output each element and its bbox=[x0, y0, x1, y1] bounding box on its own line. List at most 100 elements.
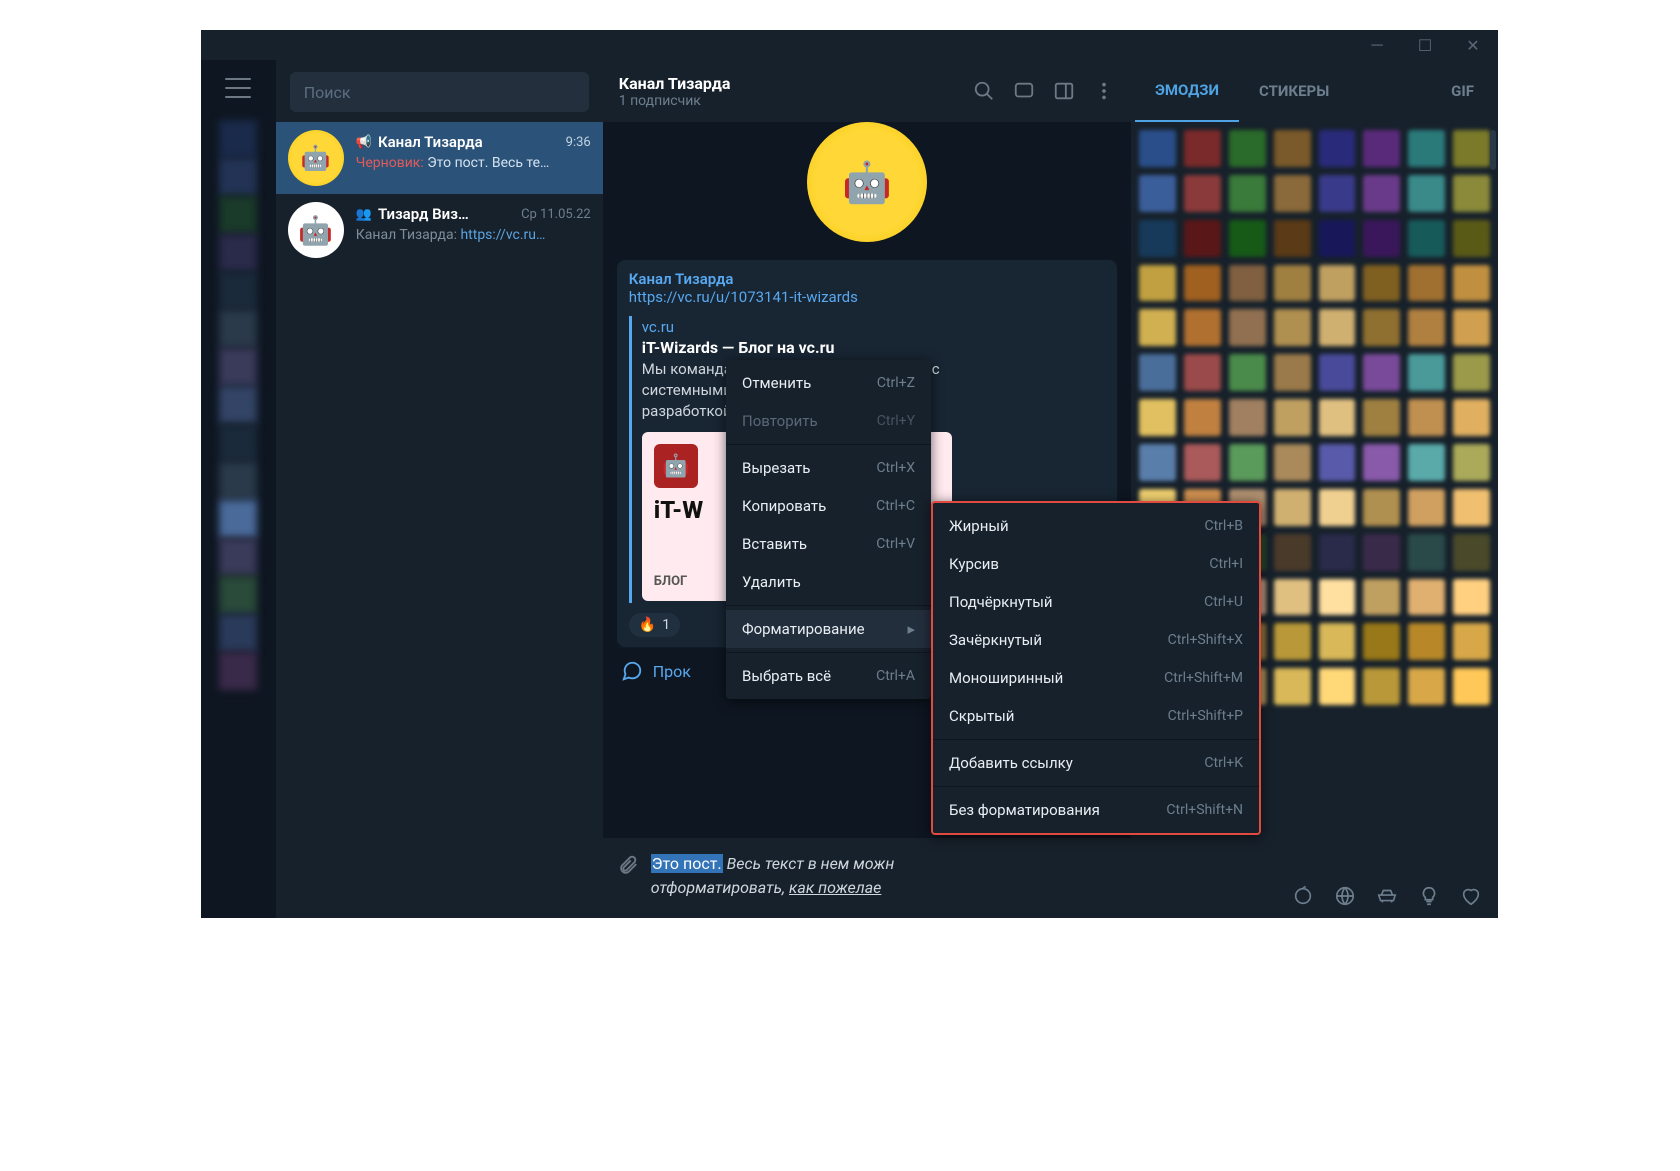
swatch[interactable] bbox=[1274, 534, 1311, 571]
swatch[interactable] bbox=[1363, 265, 1400, 302]
ctx-Вставить[interactable]: ВставитьCtrl+V bbox=[726, 525, 931, 563]
swatch[interactable] bbox=[1453, 399, 1490, 436]
swatch[interactable] bbox=[1319, 623, 1356, 660]
swatch[interactable] bbox=[1453, 623, 1490, 660]
swatch[interactable] bbox=[1274, 399, 1311, 436]
swatch[interactable] bbox=[1453, 534, 1490, 571]
rail-thumb[interactable] bbox=[219, 196, 257, 234]
swatch[interactable] bbox=[1363, 623, 1400, 660]
swatch[interactable] bbox=[1319, 399, 1356, 436]
swatch[interactable] bbox=[1184, 399, 1221, 436]
swatch[interactable] bbox=[1363, 220, 1400, 257]
swatch[interactable] bbox=[1408, 309, 1445, 346]
ctx-Отменить[interactable]: ОтменитьCtrl+Z bbox=[726, 364, 931, 402]
chat-item[interactable]: 🤖 👥Тизард Виз… Ср 11.05.22 Канал Тизарда… bbox=[276, 194, 603, 266]
rail-thumb[interactable] bbox=[219, 652, 257, 690]
swatch[interactable] bbox=[1453, 354, 1490, 391]
ctx-Вырезать[interactable]: ВырезатьCtrl+X bbox=[726, 449, 931, 487]
swatch[interactable] bbox=[1184, 220, 1221, 257]
ctx-Удалить[interactable]: Удалить bbox=[726, 563, 931, 601]
scrollbar[interactable] bbox=[1490, 130, 1496, 170]
swatch[interactable] bbox=[1453, 265, 1490, 302]
rail-thumb[interactable] bbox=[219, 310, 257, 348]
ctx-Подчёркнутый[interactable]: ПодчёркнутыйCtrl+U bbox=[933, 583, 1259, 621]
swatch[interactable] bbox=[1363, 489, 1400, 526]
swatch[interactable] bbox=[1319, 265, 1356, 302]
rail-thumb[interactable] bbox=[219, 462, 257, 500]
swatch[interactable] bbox=[1453, 130, 1490, 167]
swatch[interactable] bbox=[1139, 399, 1176, 436]
search-icon[interactable] bbox=[973, 80, 995, 102]
swatch[interactable] bbox=[1319, 309, 1356, 346]
swatch[interactable] bbox=[1319, 489, 1356, 526]
swatch[interactable] bbox=[1139, 130, 1176, 167]
swatch[interactable] bbox=[1408, 265, 1445, 302]
swatch[interactable] bbox=[1408, 668, 1445, 705]
ctx-Без форматирования[interactable]: Без форматированияCtrl+Shift+N bbox=[933, 791, 1259, 829]
menu-icon[interactable] bbox=[225, 78, 251, 98]
swatch[interactable] bbox=[1184, 130, 1221, 167]
swatch[interactable] bbox=[1184, 309, 1221, 346]
swatch[interactable] bbox=[1274, 623, 1311, 660]
swatch[interactable] bbox=[1229, 399, 1266, 436]
swatch[interactable] bbox=[1363, 175, 1400, 212]
swatch[interactable] bbox=[1229, 130, 1266, 167]
rail-thumb[interactable] bbox=[219, 424, 257, 462]
swatch[interactable] bbox=[1274, 579, 1311, 616]
swatch[interactable] bbox=[1363, 354, 1400, 391]
swatch[interactable] bbox=[1274, 309, 1311, 346]
swatch[interactable] bbox=[1453, 668, 1490, 705]
cat-travel-icon[interactable] bbox=[1376, 885, 1398, 907]
swatch[interactable] bbox=[1319, 668, 1356, 705]
reaction[interactable]: 🔥 1 bbox=[629, 613, 680, 637]
swatch[interactable] bbox=[1319, 175, 1356, 212]
swatch[interactable] bbox=[1363, 444, 1400, 481]
swatch[interactable] bbox=[1184, 354, 1221, 391]
swatch[interactable] bbox=[1184, 265, 1221, 302]
swatch[interactable] bbox=[1363, 399, 1400, 436]
swatch[interactable] bbox=[1229, 265, 1266, 302]
swatch[interactable] bbox=[1408, 534, 1445, 571]
tab-gif[interactable]: GIF bbox=[1431, 60, 1494, 122]
swatch[interactable] bbox=[1453, 220, 1490, 257]
swatch[interactable] bbox=[1319, 444, 1356, 481]
cat-objects-icon[interactable] bbox=[1418, 885, 1440, 907]
rail-thumb[interactable] bbox=[219, 272, 257, 310]
swatch[interactable] bbox=[1408, 130, 1445, 167]
search-input[interactable]: Поиск bbox=[290, 72, 589, 112]
swatch[interactable] bbox=[1274, 668, 1311, 705]
rail-thumb[interactable] bbox=[219, 120, 257, 158]
more-icon[interactable] bbox=[1093, 80, 1115, 102]
ctx-Скрытый[interactable]: СкрытыйCtrl+Shift+P bbox=[933, 697, 1259, 735]
rail-thumb[interactable] bbox=[219, 158, 257, 196]
compose-input[interactable]: Это пост. Весь текст в нем можнотформати… bbox=[651, 852, 1117, 900]
maximize-button[interactable]: ☐ bbox=[1410, 34, 1440, 56]
ctx-Зачёркнутый[interactable]: ЗачёркнутыйCtrl+Shift+X bbox=[933, 621, 1259, 659]
swatch[interactable] bbox=[1139, 354, 1176, 391]
swatch[interactable] bbox=[1274, 354, 1311, 391]
swatch[interactable] bbox=[1453, 579, 1490, 616]
attach-icon[interactable] bbox=[617, 854, 639, 876]
swatch[interactable] bbox=[1453, 444, 1490, 481]
swatch[interactable] bbox=[1408, 220, 1445, 257]
swatch[interactable] bbox=[1408, 623, 1445, 660]
rail-thumb[interactable] bbox=[219, 500, 257, 538]
swatch[interactable] bbox=[1184, 444, 1221, 481]
swatch[interactable] bbox=[1408, 489, 1445, 526]
swatch[interactable] bbox=[1319, 579, 1356, 616]
minimize-button[interactable]: ─ bbox=[1362, 34, 1392, 56]
swatch[interactable] bbox=[1139, 265, 1176, 302]
ctx-Добавить ссылку[interactable]: Добавить ссылкуCtrl+K bbox=[933, 744, 1259, 782]
swatch[interactable] bbox=[1453, 309, 1490, 346]
swatch[interactable] bbox=[1408, 579, 1445, 616]
ctx-Повторить[interactable]: ПовторитьCtrl+Y bbox=[726, 402, 931, 440]
comments-icon[interactable] bbox=[1013, 80, 1035, 102]
swatch[interactable] bbox=[1274, 265, 1311, 302]
cat-heart-icon[interactable] bbox=[1460, 885, 1482, 907]
swatch[interactable] bbox=[1408, 444, 1445, 481]
swatch[interactable] bbox=[1453, 175, 1490, 212]
swatch[interactable] bbox=[1274, 130, 1311, 167]
tab-stickers[interactable]: СТИКЕРЫ bbox=[1239, 60, 1349, 122]
swatch[interactable] bbox=[1363, 130, 1400, 167]
cat-food-icon[interactable] bbox=[1292, 885, 1314, 907]
